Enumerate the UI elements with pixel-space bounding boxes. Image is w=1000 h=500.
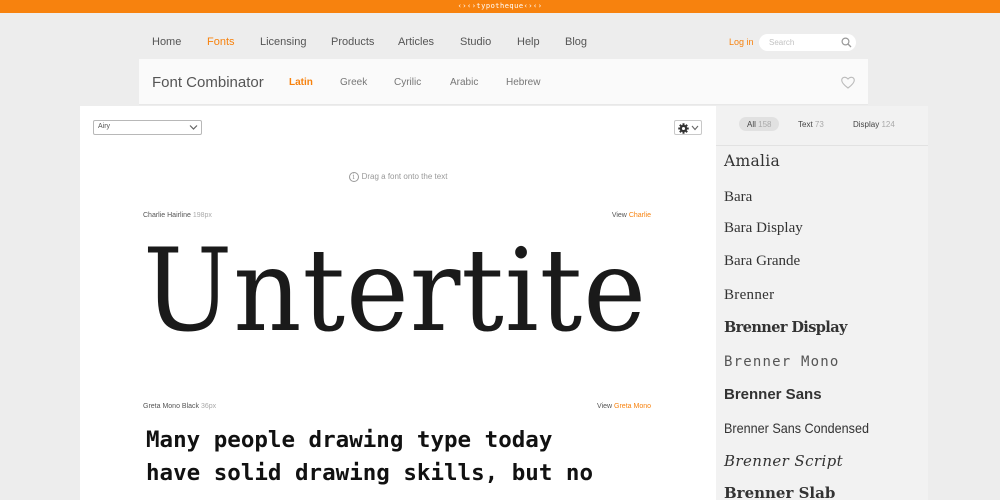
- filter-text-label: Text: [798, 120, 813, 129]
- preset-dropdown[interactable]: Airy: [93, 120, 202, 135]
- drag-hint-text: Drag a font onto the text: [361, 172, 448, 182]
- filter-all[interactable]: All 158: [739, 117, 780, 131]
- gear-icon: [678, 123, 689, 134]
- search-icon[interactable]: [841, 37, 852, 48]
- specimen-2-label: Greta Mono Black 36px: [143, 403, 216, 410]
- chevron-down-icon: [189, 125, 198, 130]
- filter-text-count: 73: [814, 120, 824, 129]
- search-placeholder: Search: [769, 38, 795, 47]
- font-item-bara-display[interactable]: Bara Display: [724, 220, 803, 237]
- nav-item-studio[interactable]: Studio: [460, 36, 491, 48]
- specimen-1-view: View Charlie: [612, 212, 651, 219]
- tab-greek[interactable]: Greek: [340, 77, 367, 88]
- font-item-brenner-sans[interactable]: Brenner Sans: [724, 386, 822, 403]
- heart-icon[interactable]: [841, 76, 855, 89]
- font-filter-bar: All 158 Text 73 Display 124: [716, 106, 928, 146]
- specimen-2-view: View Greta Mono: [597, 403, 651, 410]
- font-item-bara[interactable]: Bara: [724, 189, 752, 206]
- nav-item-products[interactable]: Products: [331, 36, 374, 48]
- font-item-brenner-script[interactable]: Brenner Script: [724, 452, 843, 470]
- font-item-brenner-mono[interactable]: Brenner Mono: [724, 354, 840, 370]
- chevron-down-icon: [691, 125, 699, 131]
- font-item-brenner-display[interactable]: Brenner Display: [724, 319, 847, 336]
- font-item-brenner-slab[interactable]: Brenner Slab: [724, 484, 835, 500]
- filter-display-count: 124: [881, 120, 895, 129]
- drag-hint: i Drag a font onto the text: [80, 172, 716, 182]
- font-combinator-header: Font Combinator Latin Greek Cyrilic Arab…: [139, 59, 868, 105]
- settings-button[interactable]: [674, 120, 702, 135]
- login-link[interactable]: Log in: [729, 37, 754, 47]
- nav-item-home[interactable]: Home: [152, 36, 181, 48]
- tab-cyrilic[interactable]: Cyrilic: [394, 77, 421, 88]
- filter-display[interactable]: Display 124: [845, 117, 903, 131]
- info-icon: i: [348, 172, 359, 182]
- nav-item-articles[interactable]: Articles: [398, 36, 434, 48]
- font-item-bara-grande[interactable]: Bara Grande: [724, 253, 800, 270]
- nav-item-blog[interactable]: Blog: [565, 36, 587, 48]
- filter-text[interactable]: Text 73: [790, 117, 832, 131]
- tab-latin[interactable]: Latin: [289, 77, 313, 88]
- font-item-amalia[interactable]: Amalia: [724, 152, 780, 170]
- nav-item-licensing[interactable]: Licensing: [260, 36, 306, 48]
- font-item-brenner[interactable]: Brenner: [724, 287, 774, 304]
- search-input[interactable]: Search: [759, 34, 856, 51]
- specimen-1-text[interactable]: Untertite: [143, 234, 647, 348]
- specimen-2-view-link[interactable]: Greta Mono: [614, 403, 651, 410]
- filter-display-label: Display: [853, 120, 880, 129]
- tab-arabic[interactable]: Arabic: [450, 77, 478, 88]
- specimen-1-size: 198px: [192, 212, 212, 219]
- specimen-1-view-link[interactable]: Charlie: [629, 212, 651, 219]
- preset-value: Airy: [98, 123, 111, 130]
- page-title: Font Combinator: [152, 74, 264, 91]
- specimen-2-view-prefix: View: [597, 403, 613, 410]
- specimen-1-font: Charlie Hairline: [143, 212, 191, 219]
- main-navigation: Home Fonts Licensing Products Articles S…: [0, 13, 1000, 59]
- specimen-2-text[interactable]: Many people drawing type today have soli…: [146, 424, 593, 490]
- nav-item-help[interactable]: Help: [517, 36, 540, 48]
- specimen-1-view-prefix: View: [611, 212, 627, 219]
- specimen-1-label: Charlie Hairline 198px: [143, 212, 212, 219]
- tab-hebrew[interactable]: Hebrew: [506, 77, 540, 88]
- specimen-2-font: Greta Mono Black: [143, 403, 200, 410]
- font-item-brenner-sans-condensed[interactable]: Brenner Sans Condensed: [724, 420, 869, 436]
- filter-all-label: All: [747, 120, 756, 129]
- specimen-canvas: Airy i Drag a font onto the text Charlie …: [80, 106, 716, 500]
- specimen-2-size: 36px: [200, 403, 217, 410]
- brand-logo[interactable]: ‹›‹›typotheque‹›‹›: [0, 2, 1000, 10]
- filter-all-count: 158: [758, 120, 772, 129]
- top-brand-bar: ‹›‹›typotheque‹›‹›: [0, 0, 1000, 13]
- nav-item-fonts[interactable]: Fonts: [207, 36, 235, 48]
- font-list-sidebar: All 158 Text 73 Display 124 Amalia Bara …: [716, 106, 928, 500]
